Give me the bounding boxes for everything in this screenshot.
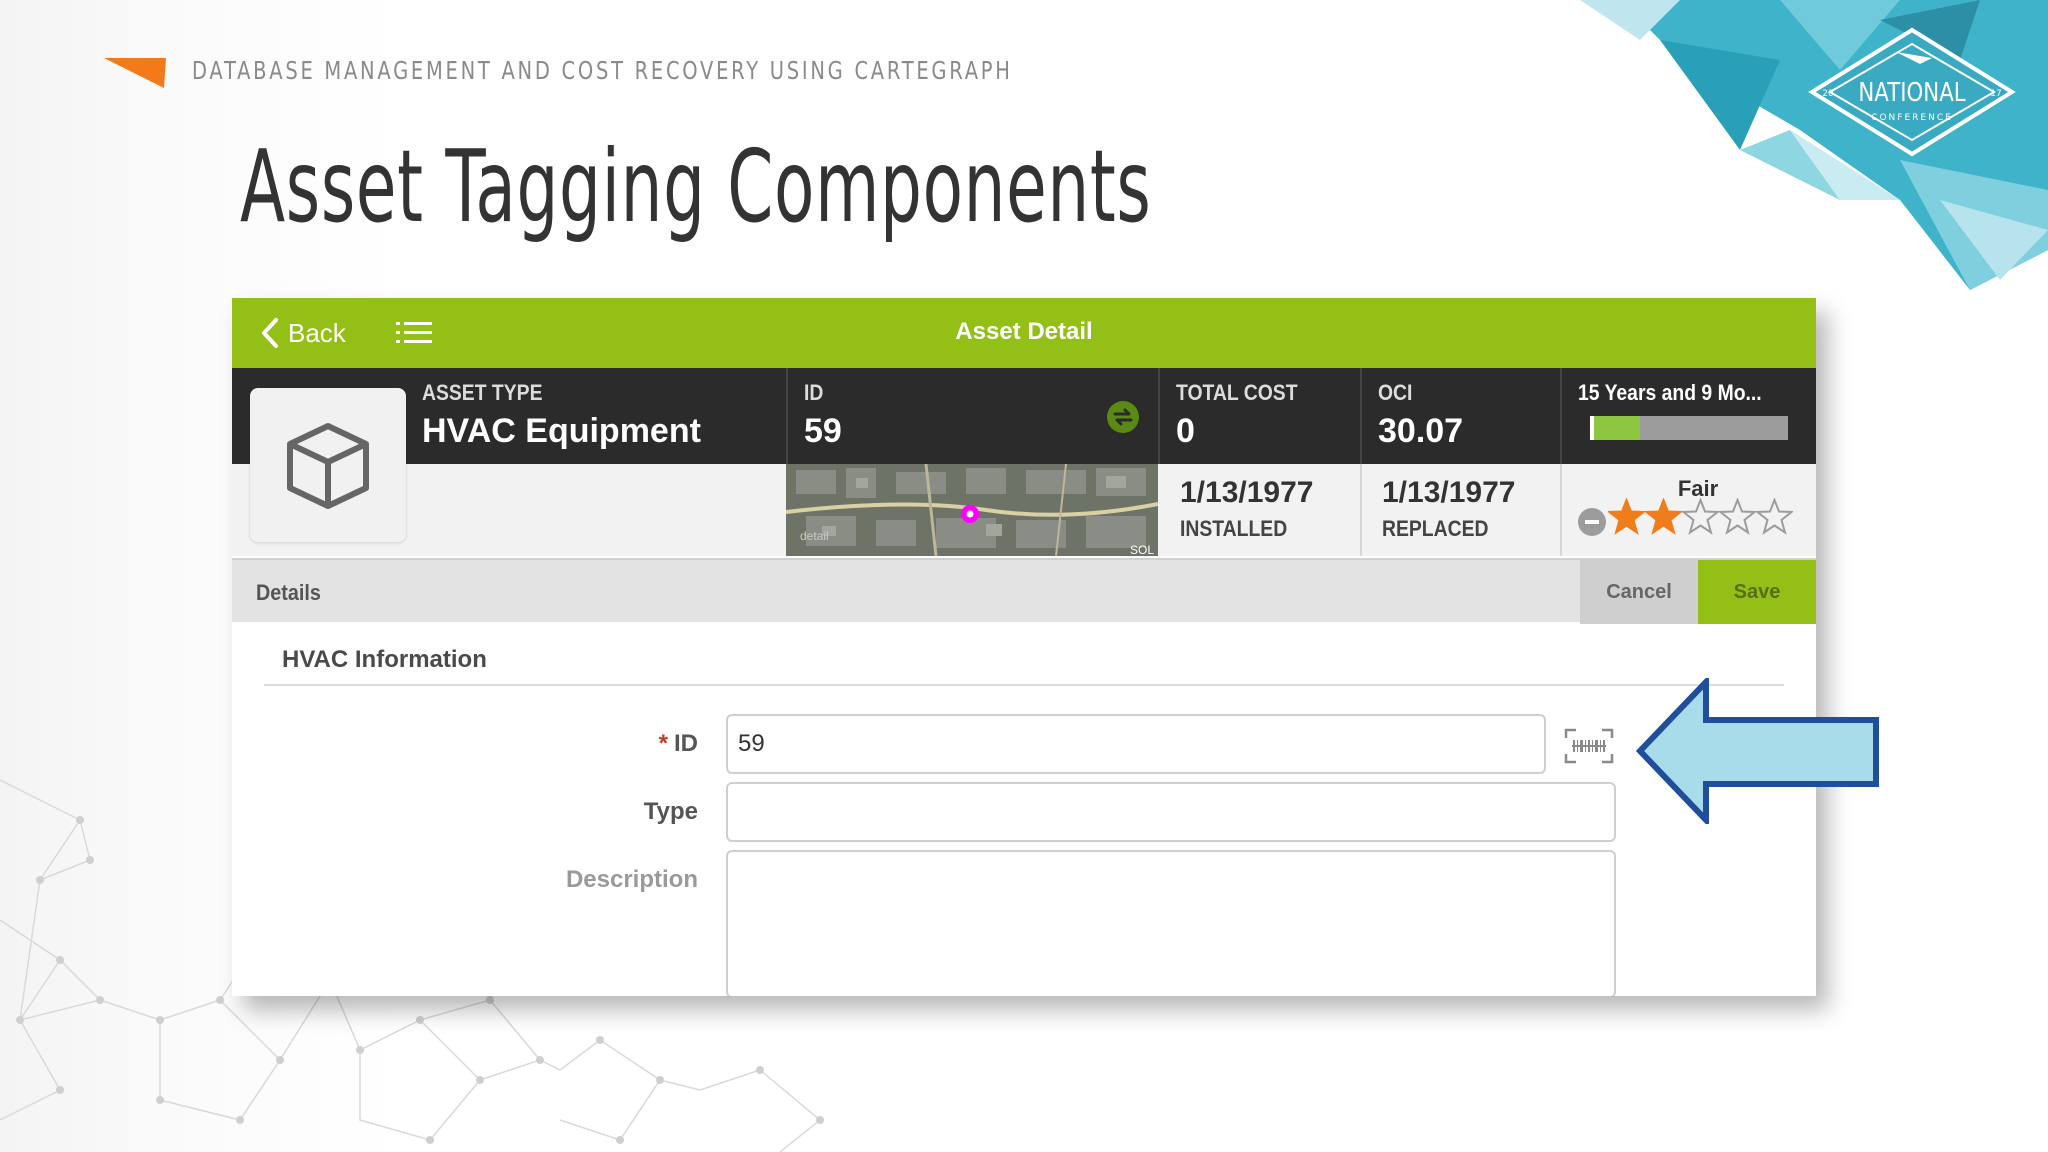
asset-type-cell: ASSET TYPE HVAC Equipment (406, 368, 786, 464)
age-progress-fill (1590, 416, 1640, 440)
badge-sub-text: CONFERENCE (1871, 113, 1953, 123)
minus-circle-icon[interactable] (1578, 508, 1606, 536)
asset-type-value: HVAC Equipment (422, 412, 701, 450)
id-header-label: ID (804, 380, 824, 405)
age-label: 15 Years and 9 Mo... (1578, 380, 1762, 405)
star-empty-icon[interactable] (1756, 498, 1793, 536)
top-bar: Back Asset Detail (232, 298, 1816, 368)
star-empty-icon[interactable] (1719, 498, 1756, 536)
badge-main-text: NATIONAL (1858, 77, 1966, 108)
oci-value: 30.07 (1378, 412, 1464, 450)
map-label-left: detail (800, 529, 829, 543)
annotation-arrow (1636, 678, 1879, 824)
condition-rating[interactable] (1608, 498, 1793, 536)
type-field[interactable] (726, 782, 1616, 842)
slide-title: Asset Tagging Components (240, 128, 1152, 245)
installed-date: 1/13/1977 (1180, 476, 1314, 509)
id-header-value: 59 (804, 412, 842, 450)
installed-cell: 1/13/1977 INSTALLED (1160, 464, 1360, 556)
cancel-button[interactable]: Cancel (1580, 560, 1698, 624)
subrow-divider (1560, 464, 1562, 556)
age-progress-bar (1590, 416, 1788, 440)
id-field-label: * ID (488, 730, 698, 758)
location-map[interactable]: detail SOL (786, 464, 1158, 556)
id-field[interactable] (726, 714, 1546, 774)
replaced-date: 1/13/1977 (1382, 476, 1516, 509)
id-field-label-text: ID (674, 730, 698, 757)
orange-accent-mark (104, 58, 166, 88)
slide-subtitle: DATABASE MANAGEMENT AND COST RECOVERY US… (192, 56, 1013, 85)
total-cost-cell: TOTAL COST 0 (1160, 368, 1360, 464)
required-mark: * (658, 730, 668, 757)
badge-year-left: 20 (1822, 89, 1834, 99)
cube-icon (287, 423, 369, 509)
replaced-label: REPLACED (1382, 516, 1489, 541)
screen-title: Asset Detail (955, 318, 1093, 345)
asset-type-label: ASSET TYPE (422, 380, 543, 405)
badge-year-right: 17 (1990, 89, 2001, 99)
description-field-label: Description (565, 866, 698, 893)
barcode-scan-icon[interactable] (1564, 728, 1614, 764)
type-field-label: Type (643, 798, 698, 825)
map-label-right: SOL (1130, 543, 1154, 556)
star-empty-icon[interactable] (1682, 498, 1719, 536)
oci-cell: OCI 30.07 (1362, 368, 1562, 464)
asset-thumbnail[interactable] (250, 388, 406, 542)
conference-logo-corner: NATIONAL CONFERENCE 20 17 (1580, 0, 2048, 290)
total-cost-value: 0 (1176, 412, 1195, 450)
star-filled-icon[interactable] (1608, 498, 1645, 536)
save-button[interactable]: Save (1698, 560, 1816, 624)
presentation-slide: NATIONAL CONFERENCE 20 17 DATABASE MANAG… (0, 0, 2048, 1152)
section-title: HVAC Information (282, 646, 487, 673)
sync-icon[interactable] (1106, 400, 1140, 434)
installed-label: INSTALLED (1180, 516, 1288, 541)
section-divider (264, 684, 1784, 686)
details-bar: Details (232, 558, 1816, 622)
description-field[interactable] (726, 850, 1616, 996)
total-cost-label: TOTAL COST (1176, 380, 1298, 405)
details-label: Details (256, 580, 321, 605)
replaced-cell: 1/13/1977 REPLACED (1362, 464, 1562, 556)
oci-label: OCI (1378, 380, 1413, 405)
star-filled-icon[interactable] (1645, 498, 1682, 536)
asset-detail-app: Back Asset Detail ASSET TYPE HVAC Equipm… (232, 298, 1816, 996)
id-cell: ID 59 (788, 368, 1158, 464)
